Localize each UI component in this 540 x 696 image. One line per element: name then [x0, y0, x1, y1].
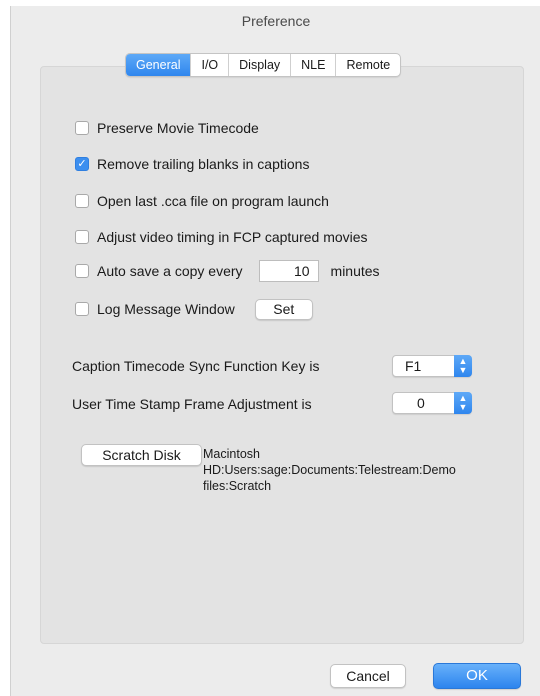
remove-trailing-option[interactable]: ✓ Remove trailing blanks in captions [75, 154, 309, 174]
tab-remote[interactable]: Remote [336, 54, 400, 76]
tab-general[interactable]: General [126, 54, 192, 76]
tab-io[interactable]: I/O [191, 54, 230, 76]
auto-save-minutes-field[interactable]: 10 [258, 260, 319, 282]
scratch-path-line: files:Scratch [203, 479, 272, 493]
cancel-button[interactable]: Cancel [330, 664, 406, 688]
adjust-timing-label: Adjust video timing in FCP captured movi… [97, 229, 368, 245]
updown-arrows-icon: ▲ ▼ [454, 392, 472, 414]
auto-save-unit-label: minutes [330, 263, 380, 279]
frame-adjust-select[interactable]: 0 ▲ ▼ [392, 392, 472, 414]
remove-trailing-checkbox[interactable]: ✓ [75, 157, 89, 171]
scratch-path-line: HD:Users:sage:Documents:Telestream:Demo [203, 463, 456, 477]
auto-save-option[interactable]: Auto save a copy every 10 minutes [75, 260, 380, 282]
preserve-timecode-label: Preserve Movie Timecode [97, 120, 259, 136]
tab-nle[interactable]: NLE [291, 54, 337, 76]
sync-key-value: F1 [405, 358, 422, 374]
sync-key-label: Caption Timecode Sync Function Key is [72, 358, 320, 374]
open-last-label: Open last .cca file on program launch [97, 193, 329, 209]
auto-save-label: Auto save a copy every [97, 263, 243, 279]
scratch-path-line: Macintosh [203, 447, 260, 461]
sync-key-select[interactable]: F1 ▲ ▼ [392, 355, 472, 377]
adjust-timing-checkbox[interactable] [75, 230, 89, 244]
auto-save-checkbox[interactable] [75, 264, 89, 278]
frame-adjust-value: 0 [417, 395, 425, 411]
log-window-checkbox[interactable] [75, 302, 89, 316]
log-window-option[interactable]: Log Message Window Set [75, 298, 313, 320]
preserve-timecode-option[interactable]: Preserve Movie Timecode [75, 118, 259, 138]
frame-adjust-label: User Time Stamp Frame Adjustment is [72, 396, 312, 412]
scratch-disk-button[interactable]: Scratch Disk [81, 444, 202, 466]
preference-window: Preference General I/O Display NLE Remot… [10, 6, 540, 696]
tab-bar: General I/O Display NLE Remote [125, 53, 402, 77]
preserve-timecode-checkbox[interactable] [75, 121, 89, 135]
checkmark-icon: ✓ [77, 157, 87, 170]
window-title: Preference [11, 6, 540, 36]
tab-display[interactable]: Display [229, 54, 292, 76]
log-window-label: Log Message Window [97, 301, 235, 317]
open-last-option[interactable]: Open last .cca file on program launch [75, 191, 329, 211]
remove-trailing-label: Remove trailing blanks in captions [97, 156, 310, 172]
log-set-button[interactable]: Set [254, 298, 313, 320]
ok-button[interactable]: OK [433, 663, 521, 689]
scratch-path: Macintosh HD:Users:sage:Documents:Telest… [203, 446, 503, 494]
open-last-checkbox[interactable] [75, 194, 89, 208]
adjust-timing-option[interactable]: Adjust video timing in FCP captured movi… [75, 227, 368, 247]
updown-arrows-icon: ▲ ▼ [454, 355, 472, 377]
